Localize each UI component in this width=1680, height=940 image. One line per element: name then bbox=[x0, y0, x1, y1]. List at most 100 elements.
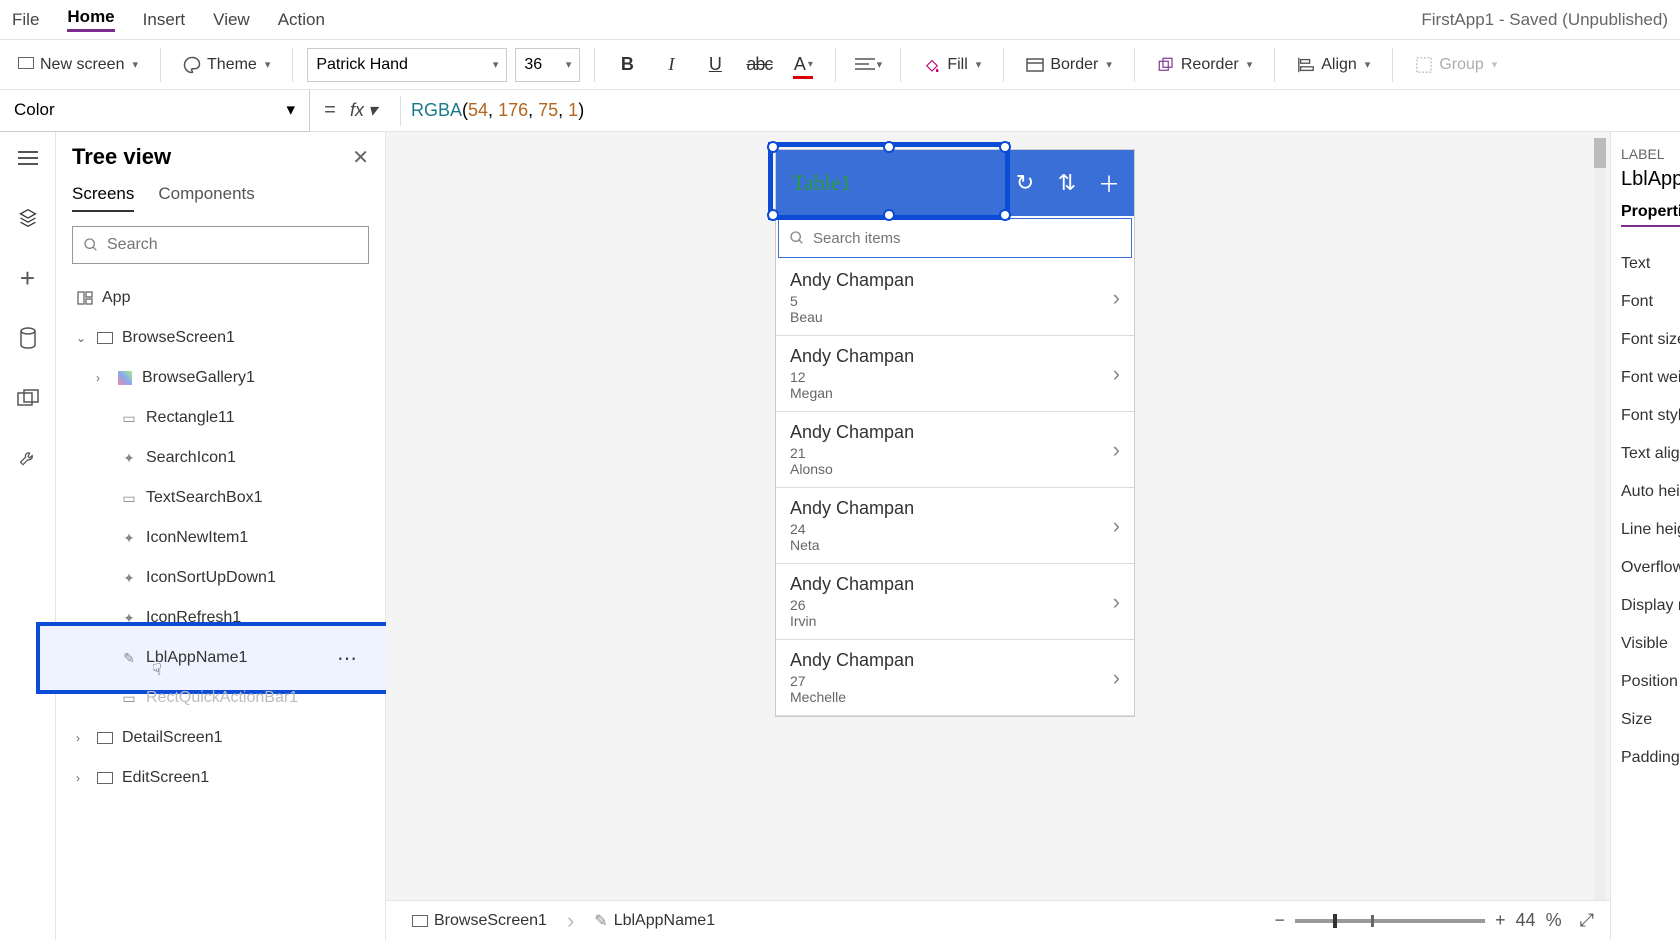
list-item[interactable]: Andy Champan27Mechelle› bbox=[776, 640, 1134, 716]
italic-button[interactable]: I bbox=[653, 47, 689, 83]
data-icon[interactable] bbox=[14, 324, 42, 352]
preview-search-row[interactable] bbox=[778, 218, 1132, 258]
tree-search[interactable] bbox=[72, 226, 369, 264]
font-select[interactable]: Patrick Hand ▾ bbox=[307, 48, 507, 82]
resize-handle[interactable] bbox=[999, 141, 1011, 153]
property-row[interactable]: Position bbox=[1621, 663, 1670, 701]
fx-button[interactable]: fx ▾ bbox=[350, 100, 400, 121]
breadcrumb-control[interactable]: ✎ LblAppName1 bbox=[584, 907, 725, 935]
menu-view[interactable]: View bbox=[213, 10, 250, 30]
app-title: FirstApp1 - Saved (Unpublished) bbox=[1421, 10, 1668, 30]
chevron-down-icon: ▾ bbox=[265, 58, 271, 71]
property-row[interactable]: Line heigh bbox=[1621, 511, 1670, 549]
menu-file[interactable]: File bbox=[12, 10, 39, 30]
zoom-in-button[interactable]: + bbox=[1495, 910, 1506, 931]
bold-button[interactable]: B bbox=[609, 47, 645, 83]
reorder-label: Reorder bbox=[1181, 56, 1239, 74]
tree-item-rectactionbar[interactable]: ▭ RectQuickActionBar1 bbox=[72, 678, 369, 718]
breadcrumb-screen[interactable]: BrowseScreen1 bbox=[402, 908, 557, 934]
underline-button[interactable]: U bbox=[697, 47, 733, 83]
tree-item-rectangle[interactable]: ▭ Rectangle11 bbox=[72, 398, 369, 438]
chevron-down-icon: ▾ bbox=[1247, 58, 1253, 71]
properties-tab[interactable]: Propertie bbox=[1621, 203, 1680, 227]
status-bar: BrowseScreen1 › ✎ LblAppName1 − + 44 % ⤢ bbox=[386, 900, 1610, 940]
scrollbar-thumb[interactable] bbox=[1594, 138, 1606, 168]
list-item[interactable]: Andy Champan12Megan› bbox=[776, 336, 1134, 412]
chevron-down-icon: ▾ bbox=[132, 58, 138, 71]
tree-item-app[interactable]: App bbox=[72, 278, 369, 318]
property-row[interactable]: Font weig bbox=[1621, 359, 1670, 397]
resize-handle[interactable] bbox=[767, 141, 779, 153]
property-select[interactable]: Color ▾ bbox=[0, 90, 310, 132]
fill-button[interactable]: Fill ▾ bbox=[915, 52, 989, 78]
property-row[interactable]: Padding bbox=[1621, 739, 1670, 777]
media-icon[interactable] bbox=[14, 384, 42, 412]
zoom-out-button[interactable]: − bbox=[1275, 910, 1286, 931]
list-item[interactable]: Andy Champan24Neta› bbox=[776, 488, 1134, 564]
insert-icon[interactable]: + bbox=[14, 264, 42, 292]
tree-item-detail-screen[interactable]: › DetailScreen1 bbox=[72, 718, 369, 758]
group-icon bbox=[1415, 56, 1433, 74]
property-row[interactable]: Overflow bbox=[1621, 549, 1670, 587]
font-color-button[interactable]: A▾ bbox=[785, 47, 821, 83]
more-icon[interactable]: ⋯ bbox=[337, 646, 359, 671]
zoom-slider[interactable] bbox=[1295, 919, 1485, 923]
tree-item-sort[interactable]: ✦ IconSortUpDown1 bbox=[72, 558, 369, 598]
align-button[interactable]: Align ▾ bbox=[1289, 52, 1378, 78]
list-item[interactable]: Andy Champan26Irvin› bbox=[776, 564, 1134, 640]
property-row[interactable]: Font bbox=[1621, 283, 1670, 321]
property-row[interactable]: Visible bbox=[1621, 625, 1670, 663]
menu-home[interactable]: Home bbox=[67, 7, 114, 32]
group-button[interactable]: Group ▾ bbox=[1407, 52, 1505, 78]
menu-insert[interactable]: Insert bbox=[143, 10, 186, 30]
refresh-icon[interactable]: ↻ bbox=[1010, 170, 1040, 196]
text-align-button[interactable]: ▾ bbox=[850, 47, 886, 83]
tree-item-edit-screen[interactable]: › EditScreen1 bbox=[72, 758, 369, 798]
tree-item-newitem[interactable]: ✦ IconNewItem1 bbox=[72, 518, 369, 558]
header-title-label[interactable]: Table1 bbox=[786, 170, 998, 196]
property-row[interactable]: Font size bbox=[1621, 321, 1670, 359]
property-row[interactable]: Font style bbox=[1621, 397, 1670, 435]
property-row[interactable]: Display m bbox=[1621, 587, 1670, 625]
property-row[interactable]: Text bbox=[1621, 245, 1670, 283]
app-icon bbox=[76, 289, 94, 307]
sort-icon[interactable]: ⇅ bbox=[1052, 170, 1082, 196]
tree-view-icon[interactable] bbox=[14, 204, 42, 232]
chevron-down-icon: ▾ bbox=[493, 58, 499, 71]
fit-screen-icon[interactable]: ⤢ bbox=[1580, 910, 1594, 931]
tree-item-lblappname[interactable]: ✎ LblAppName1 ⋯ ☟ bbox=[72, 638, 369, 678]
tree-item-gallery[interactable]: › BrowseGallery1 bbox=[72, 358, 369, 398]
property-row[interactable]: Auto heig bbox=[1621, 473, 1670, 511]
tree-search-input[interactable] bbox=[107, 236, 358, 254]
separator bbox=[835, 48, 836, 82]
tools-icon[interactable] bbox=[14, 444, 42, 472]
chevron-right-icon: › bbox=[76, 771, 88, 785]
resize-handle[interactable] bbox=[883, 141, 895, 153]
reorder-button[interactable]: Reorder ▾ bbox=[1149, 52, 1260, 78]
border-button[interactable]: Border ▾ bbox=[1018, 52, 1120, 78]
add-icon[interactable]: ＋ bbox=[1094, 167, 1124, 199]
zoom-thumb[interactable] bbox=[1333, 914, 1337, 928]
canvas-area[interactable]: Table1 ↻ ⇅ ＋ Andy Champan5Beau›Andy Cham… bbox=[386, 132, 1610, 940]
tab-screens[interactable]: Screens bbox=[72, 184, 134, 212]
tree-item-textsearchbox[interactable]: ▭ TextSearchBox1 bbox=[72, 478, 369, 518]
item-sub: Megan bbox=[790, 385, 1113, 401]
strikethrough-button[interactable]: abc bbox=[741, 47, 777, 83]
menu-action[interactable]: Action bbox=[278, 10, 325, 30]
tab-components[interactable]: Components bbox=[158, 184, 254, 212]
hamburger-icon[interactable] bbox=[14, 144, 42, 172]
property-row[interactable]: Size bbox=[1621, 701, 1670, 739]
close-icon[interactable]: ✕ bbox=[352, 145, 369, 170]
list-item[interactable]: Andy Champan5Beau› bbox=[776, 260, 1134, 336]
scrollbar[interactable] bbox=[1594, 138, 1606, 900]
menu-bar: File Home Insert View Action FirstApp1 -… bbox=[0, 0, 1680, 40]
preview-search-input[interactable] bbox=[813, 230, 1121, 247]
tree-item-search-icon[interactable]: ✦ SearchIcon1 bbox=[72, 438, 369, 478]
theme-button[interactable]: Theme ▾ bbox=[175, 52, 278, 78]
tree-item-browse-screen[interactable]: ⌄ BrowseScreen1 bbox=[72, 318, 369, 358]
new-screen-button[interactable]: New screen ▾ bbox=[10, 52, 146, 78]
property-row[interactable]: Text align bbox=[1621, 435, 1670, 473]
font-size-select[interactable]: 36 ▾ bbox=[515, 48, 580, 82]
formula-input[interactable]: RGBA(54, 176, 75, 1) bbox=[401, 100, 1680, 121]
list-item[interactable]: Andy Champan21Alonso› bbox=[776, 412, 1134, 488]
